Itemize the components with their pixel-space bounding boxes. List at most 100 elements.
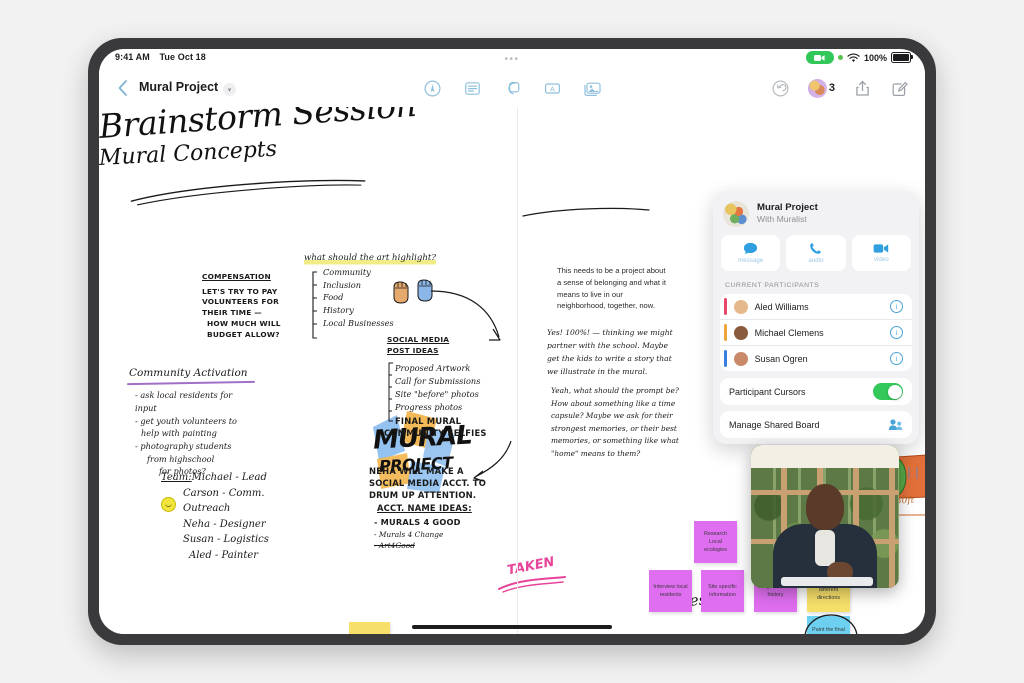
sm-item-1: Call for Submissions xyxy=(395,376,481,387)
screenshot-root: 9:41 AM Tue Oct 18 ••• 100% Mural Projec… xyxy=(0,0,1024,683)
battery-percent-label: 100% xyxy=(863,52,887,63)
audio-label: audio xyxy=(808,257,824,264)
ipad-screen: 9:41 AM Tue Oct 18 ••• 100% Mural Projec… xyxy=(99,49,925,634)
concepts-paragraph: This needs to be a project about a sense… xyxy=(557,266,666,311)
list-bracket-icon xyxy=(312,271,317,339)
art-item-1: Inclusion xyxy=(323,279,362,290)
art-item-2: Food xyxy=(323,292,344,303)
sm-heading-2: POST IDEAS xyxy=(387,345,439,355)
participant-cursors-label: Participant Cursors xyxy=(729,386,806,397)
compensation-line-3: HOW MUCH WILL xyxy=(207,318,281,328)
participant-row-susan[interactable]: Susan Ogren i xyxy=(720,345,912,371)
media-tool-icon[interactable] xyxy=(581,77,603,99)
audio-button[interactable]: audio xyxy=(786,235,846,271)
participant-color-bar xyxy=(724,298,727,315)
participant-cursors-toggle[interactable] xyxy=(873,383,903,400)
message-icon xyxy=(744,242,758,255)
video-call-pip[interactable] xyxy=(751,445,899,588)
chevron-down-icon[interactable]: ▾ xyxy=(223,83,236,96)
sticky-note-research-ecologies[interactable]: Research Local ecologies xyxy=(694,521,737,563)
participant-avatar xyxy=(733,325,748,340)
art-item-0: Community xyxy=(323,267,371,277)
compensation-line-2: THEIR TIME — xyxy=(202,308,262,318)
ca-line-0: - ask local residents for input xyxy=(135,390,233,413)
phone-icon xyxy=(810,243,822,254)
participants-avatar-button[interactable]: 3 xyxy=(807,78,835,98)
social-list-bracket-icon xyxy=(388,362,393,422)
sm-item-2: Site "before" photos xyxy=(395,388,479,399)
info-icon[interactable]: i xyxy=(890,300,903,313)
toolbar-right-actions: 3 xyxy=(770,77,911,99)
video-recording-indicator-icon xyxy=(805,51,834,64)
status-date: Tue Oct 18 xyxy=(159,52,206,62)
reply-two: Yeah, what should the prompt be? How abo… xyxy=(551,386,679,458)
multitask-handle[interactable]: ••• xyxy=(504,54,519,65)
status-bar-right: 100% xyxy=(805,51,913,64)
social-media-note: SOCIAL MEDIA POST IDEAS Proposed Artwork… xyxy=(384,335,497,440)
art-item-4: Local Businesses xyxy=(323,317,394,328)
team-note: Team:Michael - Lead Carson - Comm. Outre… xyxy=(161,470,291,563)
panel-avatar xyxy=(723,201,749,227)
compensation-note: COMPENSATION LET'S TRY TO PAY VOLUNTEERS… xyxy=(202,272,294,340)
team-member-4: Aled - Painter xyxy=(189,549,259,561)
ca-line-3: - photography students xyxy=(135,441,232,452)
whiteboard-canvas[interactable]: Brainstorm Session COMPENSATION LET'S TR… xyxy=(99,107,925,634)
team-heading: Team: xyxy=(161,472,192,483)
sticky-note-tool-icon[interactable] xyxy=(461,77,483,99)
info-icon[interactable]: i xyxy=(890,326,903,339)
taken-swoosh-icon xyxy=(498,576,566,593)
sm-item-0: Proposed Artwork xyxy=(395,363,471,374)
manage-people-icon xyxy=(888,419,903,430)
compensation-line-1: VOLUNTEERS FOR xyxy=(202,297,280,307)
sm-item-3: Progress photos xyxy=(395,401,463,412)
panel-header: Mural Project With Muralist xyxy=(713,191,919,235)
reply-one: Yes! 100%! — thinking we might partner w… xyxy=(547,328,673,376)
team-member-1: Carson - Comm. Outreach xyxy=(183,487,265,515)
text-box-tool-icon[interactable]: A xyxy=(541,77,563,99)
tool-palette: A xyxy=(421,77,603,99)
participants-section-header: CURRENT PARTICIPANTS xyxy=(725,282,820,289)
sm-final-1: FINAL MURAL xyxy=(395,416,462,427)
smiley-sticker-icon xyxy=(161,497,176,512)
panel-subtitle: With Muralist xyxy=(757,214,807,225)
markup-pen-tool-icon[interactable] xyxy=(421,77,443,99)
board-column-divider xyxy=(517,107,518,634)
info-icon[interactable]: i xyxy=(890,352,903,365)
avatar xyxy=(807,78,827,98)
sticky-note-assigned-neha[interactable]: Assigned to Neha xyxy=(349,622,390,634)
participant-cursors-row: Participant Cursors xyxy=(720,378,912,405)
compensation-line-4: BUDGET ALLOW? xyxy=(207,329,280,339)
team-member-3: Susan - Logistics xyxy=(183,534,269,545)
status-time: 9:41 AM xyxy=(115,52,150,62)
participant-row-michael[interactable]: Michael Clemens i xyxy=(720,319,912,345)
compose-icon[interactable] xyxy=(889,77,911,99)
video-button[interactable]: video xyxy=(851,235,911,271)
manage-shared-board-row[interactable]: Manage Shared Board xyxy=(720,411,912,438)
share-icon[interactable] xyxy=(851,77,873,99)
video-label: video xyxy=(873,256,889,263)
sticky-note-site-specific[interactable]: Site specific information xyxy=(701,570,744,612)
curve-arrow-icon xyxy=(473,440,512,482)
circle-highlight-icon xyxy=(804,614,858,634)
art-highlight-list: Community Inclusion Food History Local B… xyxy=(323,266,394,330)
svg-text:A: A xyxy=(550,86,555,93)
participants-list: Aled Williams i Michael Clemens i Susan … xyxy=(720,294,912,371)
team-member-2: Neha - Designer xyxy=(183,518,266,530)
neha-line-3: ACCT. NAME IDEAS: xyxy=(377,502,472,513)
community-activation-heading: Community Activation xyxy=(129,365,249,381)
participant-name: Aled Williams xyxy=(754,301,809,312)
participants-panel: Mural Project With Muralist message audi… xyxy=(713,191,919,444)
concepts-underline-flourish xyxy=(522,207,650,217)
home-indicator[interactable] xyxy=(412,625,612,629)
participant-name: Susan Ogren xyxy=(754,353,808,364)
back-button[interactable] xyxy=(115,79,131,97)
undo-icon[interactable] xyxy=(770,77,792,99)
sticky-note-interview-residents[interactable]: Interview local residents xyxy=(649,570,692,612)
message-label: message xyxy=(738,257,764,264)
shapes-tool-icon[interactable] xyxy=(501,77,523,99)
participant-avatar xyxy=(733,351,748,366)
participant-row-aled[interactable]: Aled Williams i xyxy=(720,294,912,319)
status-bar: 9:41 AM Tue Oct 18 ••• 100% xyxy=(99,49,925,71)
message-button[interactable]: message xyxy=(721,235,781,271)
camera-active-dot-icon xyxy=(837,55,843,60)
